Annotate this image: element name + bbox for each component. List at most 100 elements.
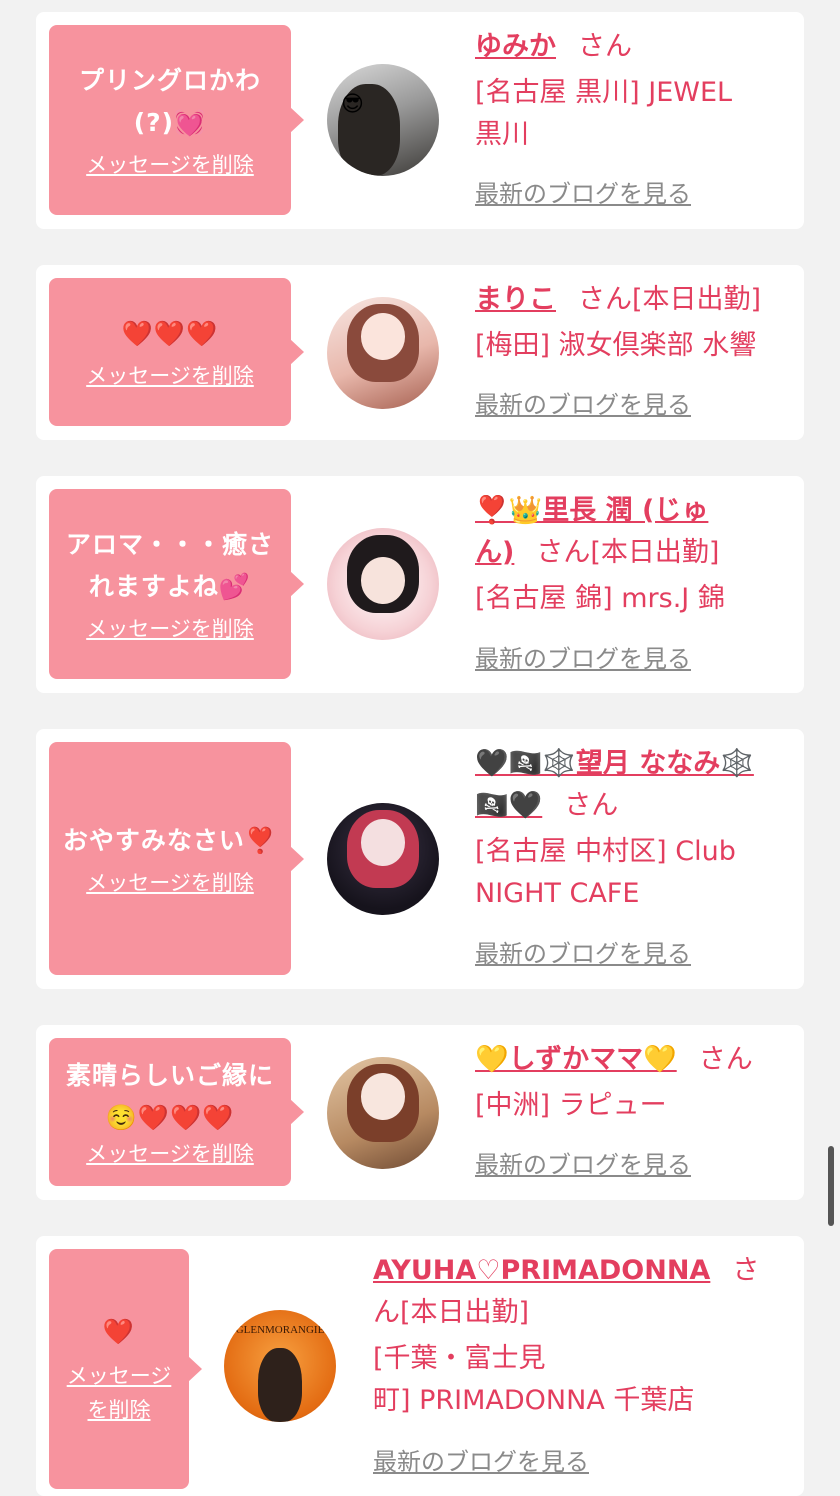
message-line: プリングロかわ [78,66,261,95]
message-bubble: ❤️ メッセージ を削除 [49,1249,202,1489]
delete-message-link[interactable]: メッセージを削除 [86,1139,254,1169]
latest-blog-link[interactable]: 最新のブログを見る [475,643,691,675]
avatar[interactable] [327,803,439,915]
delete-label-line: を削除 [87,1398,151,1422]
user-card: ❤️ メッセージ を削除 GLENMORANGIE AYUHA♡PRIMADON… [36,1236,804,1496]
honorific: ん [373,1297,400,1328]
name-line: AYUHA♡PRIMADONNA さ ん[本日出勤] [373,1250,797,1334]
message-text: おやすみなさい❣️ [63,820,277,862]
message-line: れますよね💕 [88,572,252,601]
user-card: プリングロかわ (?)💓 メッセージを削除 😎 ゆみか さん [名古屋 黒川] J… [36,12,804,229]
message-bubble: 素晴らしいご縁に ☺️❤️❤️❤️ メッセージを削除 [49,1038,304,1186]
latest-blog-link[interactable]: 最新のブログを見る [475,1149,691,1181]
message-line: アロマ・・・癒さ [65,530,274,559]
shop-info: [名古屋 錦] mrs.J 錦 [475,578,804,620]
message-line: 素晴らしいご縁に [65,1061,274,1090]
honorific: さん [564,790,619,821]
avatar-face [360,312,406,360]
user-name-link[interactable]: ❣️👑里長 潤 (じゅ [475,495,708,526]
message-line: ☺️❤️❤️❤️ [105,1103,235,1132]
status-badge: [本日出勤] [632,284,762,315]
shop-line: [梅田] 淑女倶楽部 水響 [475,330,757,361]
shop-info: [名古屋 黒川] JEWEL 黒川 [475,72,795,156]
user-info: 🖤🏴‍☠️🕸️望月 ななみ🕸️ 🏴‍☠️🖤 さん [名古屋 中村区] Club N… [475,729,804,915]
user-info: ❣️👑里長 潤 (じゅ ん) さん[本日出勤] [名古屋 錦] mrs.J 錦 [475,476,804,620]
shop-line: 黒川 [475,119,529,150]
honorific: さん [578,31,632,62]
user-name-link[interactable]: 🖤🏴‍☠️🕸️望月 ななみ🕸️ [475,748,754,779]
avatar[interactable]: GLENMORANGIE [224,1310,336,1422]
user-name-link[interactable]: AYUHA♡PRIMADONNA [373,1255,710,1286]
avatar[interactable] [327,1057,439,1169]
name-line: ゆみか さん [475,26,795,68]
honorific: さん [536,537,591,568]
shop-line: NIGHT CAFE [475,878,640,909]
shop-info: [名古屋 中村区] Club NIGHT CAFE [475,831,804,915]
shop-line: [名古屋 錦] mrs.J 錦 [475,583,725,614]
avatar[interactable] [327,528,439,640]
avatar-face [360,557,406,605]
delete-message-link[interactable]: メッセージを削除 [86,868,254,898]
delete-message-link[interactable]: メッセージを削除 [86,150,254,180]
delete-message-link[interactable]: メッセージを削除 [86,614,254,644]
avatar-face [360,818,406,866]
user-card: おやすみなさい❣️ メッセージを削除 🖤🏴‍☠️🕸️望月 ななみ🕸️ 🏴‍☠️🖤… [36,729,804,989]
shop-line: [名古屋 中村区] Club [475,836,736,867]
name-line: 💛しずかママ💛 さん [475,1039,795,1081]
user-info: ゆみか さん [名古屋 黒川] JEWEL 黒川 [475,12,795,156]
shop-info: [梅田] 淑女倶楽部 水響 [475,325,795,367]
message-bubble: プリングロかわ (?)💓 メッセージを削除 [49,25,304,215]
message-line: おやすみなさい❣️ [62,825,278,855]
user-info: まりこ さん[本日出勤] [梅田] 淑女倶楽部 水響 [475,265,795,367]
user-card: アロマ・・・癒さ れますよね💕 メッセージを削除 ❣️👑里長 潤 (じゅ ん) さ… [36,476,804,693]
name-line: 🖤🏴‍☠️🕸️望月 ななみ🕸️ 🏴‍☠️🖤 さん [475,743,804,827]
sunglasses-emoji-icon: 😎 [341,92,364,117]
status-badge: [本日出勤] [590,537,720,568]
status-badge: [本日出勤] [400,1297,530,1328]
message-text: ❤️ [103,1311,135,1353]
user-info: AYUHA♡PRIMADONNA さ ん[本日出勤] [千葉・富士見 町] PRI… [373,1236,797,1422]
delete-message-link[interactable]: メッセージを削除 [86,361,254,391]
message-text: アロマ・・・癒さ れますよね💕 [66,524,274,608]
honorific: さ [732,1255,760,1286]
shop-line: [千葉・富士見 [373,1343,546,1374]
user-card: ❤️❤️❤️ メッセージを削除 まりこ さん[本日出勤] [梅田] 淑女倶楽部 水… [36,265,804,440]
shop-info: [中洲] ラピュー [475,1085,795,1127]
message-bubble: ❤️❤️❤️ メッセージを削除 [49,278,304,426]
latest-blog-link[interactable]: 最新のブログを見る [475,178,691,210]
message-text: ❤️❤️❤️ [122,313,218,355]
user-card: 素晴らしいご縁に ☺️❤️❤️❤️ メッセージを削除 💛しずかママ💛 さん [中洲… [36,1025,804,1200]
latest-blog-link[interactable]: 最新のブログを見る [475,389,691,421]
honorific: さん [698,1044,753,1075]
message-line: (?)💓 [133,108,207,137]
shop-line: [中洲] ラピュー [475,1090,667,1121]
latest-blog-link[interactable]: 最新のブログを見る [373,1446,589,1478]
user-name-link[interactable]: 🏴‍☠️🖤 [475,790,542,821]
honorific: さん [578,284,632,315]
user-name-link[interactable]: 💛しずかママ💛 [475,1044,677,1075]
message-text: プリングロかわ (?)💓 [79,60,261,144]
shop-line: 町] PRIMADONNA 千葉店 [373,1385,695,1416]
user-name-link[interactable]: ん) [475,537,514,568]
message-text: 素晴らしいご縁に ☺️❤️❤️❤️ [66,1055,274,1139]
name-line: ❣️👑里長 潤 (じゅ ん) さん[本日出勤] [475,490,804,574]
name-line: まりこ さん[本日出勤] [475,279,795,321]
message-bubble: おやすみなさい❣️ メッセージを削除 [49,742,304,975]
scrollbar[interactable] [828,1146,834,1226]
user-name-link[interactable]: まりこ [475,284,556,315]
message-line: ❤️❤️❤️ [121,319,219,348]
latest-blog-link[interactable]: 最新のブログを見る [475,938,691,970]
avatar-face [360,1072,406,1120]
avatar-sign-text: GLENMORANGIE [235,1324,325,1336]
delete-label-line: メッセージ [66,1364,172,1388]
user-name-link[interactable]: ゆみか [475,31,556,62]
delete-message-link[interactable]: メッセージ を削除 [67,1359,172,1427]
shop-info: [千葉・富士見 町] PRIMADONNA 千葉店 [373,1338,797,1422]
message-line: ❤️ [102,1317,136,1346]
avatar[interactable]: 😎 [327,64,439,176]
avatar[interactable] [327,297,439,409]
avatar-figure [257,1348,303,1422]
message-bubble: アロマ・・・癒さ れますよね💕 メッセージを削除 [49,489,304,679]
user-info: 💛しずかママ💛 さん [中洲] ラピュー [475,1025,795,1127]
shop-line: [名古屋 黒川] JEWEL [475,77,733,108]
